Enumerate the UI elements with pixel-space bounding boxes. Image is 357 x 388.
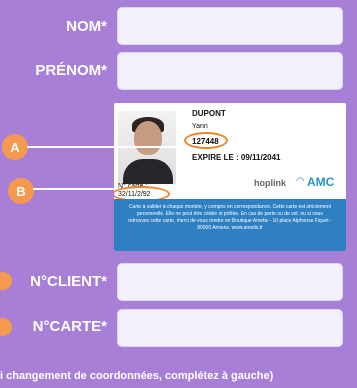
callout-b-badge: B [8, 178, 34, 204]
card-expiry: EXPIRE LE : 09/11/2041 [192, 153, 281, 162]
carte-marker-icon [0, 318, 12, 336]
callout-b-line [33, 188, 115, 190]
card-last-name: DUPONT [192, 109, 226, 118]
client-label: N°CLIENT* [30, 273, 107, 290]
callout-a-badge: A [2, 134, 28, 160]
nom-label: NOM* [66, 18, 107, 35]
nom-field[interactable] [117, 7, 343, 45]
membership-card-image: DUPONT Yann 127448 EXPIRE LE : 09/11/204… [114, 103, 346, 251]
client-number-field[interactable] [117, 263, 343, 301]
card-number-field[interactable] [117, 309, 343, 347]
footnote-text: i changement de coordonnées, complétez à… [0, 370, 274, 382]
wifi-icon: ◠ [296, 176, 305, 187]
card-info-band: Carte à valider à chaque montée, y compr… [114, 199, 346, 251]
callout-a-line [27, 146, 184, 148]
hoplink-logo: hoplink [254, 178, 286, 188]
prenom-label: PRÉNOM* [35, 62, 107, 79]
carte-label: N°CARTE* [32, 318, 107, 335]
card-first-name: Yann [192, 123, 208, 130]
client-marker-icon [0, 272, 12, 290]
prenom-field[interactable] [117, 52, 343, 90]
amc-logo: AMC [307, 175, 335, 189]
client-number-highlight [184, 132, 228, 149]
